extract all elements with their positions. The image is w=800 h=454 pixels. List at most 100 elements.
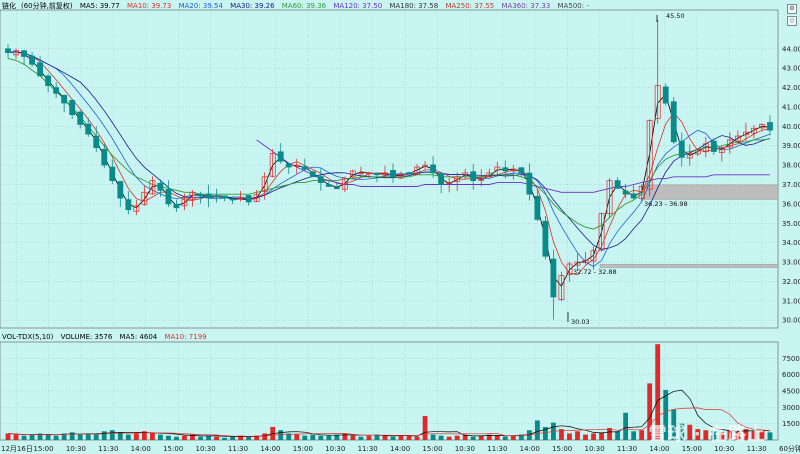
- ma-line: [7, 51, 771, 267]
- volume-bar: [101, 431, 107, 440]
- legend-ma20: MA20: 39.54: [178, 2, 223, 10]
- price-legend: 链化 (60分钟,前复权) MA5: 39.77 MA10: 39.73 MA20…: [2, 2, 594, 11]
- volume-bar: [45, 434, 51, 440]
- volume-bar: [133, 433, 139, 440]
- volume-bar: [358, 436, 364, 440]
- volume-bar: [502, 436, 508, 440]
- time-tick-label: 14:00: [649, 445, 669, 453]
- volume-legend: VOL-TDX(5,10) VOLUME: 3576 MA5: 4604 MA1…: [2, 333, 212, 342]
- volume-bar: [430, 434, 436, 440]
- volume-bar: [631, 431, 637, 440]
- ma-line: [7, 51, 771, 276]
- volume-bar: [77, 434, 83, 440]
- candle-body: [109, 166, 116, 181]
- volume-bar: [438, 435, 444, 440]
- price-tick-label: 36.00: [782, 200, 800, 208]
- candle-body: [502, 167, 509, 172]
- time-tick-label: 14:00: [520, 445, 540, 453]
- volume-bar: [5, 433, 11, 440]
- volume-tick-label: 45000: [782, 388, 800, 396]
- vol-ma5: MA5: 4604: [119, 333, 158, 341]
- annotations: 45.50 30.03 36.23 - 36.98 32.72 - 32.88: [567, 12, 688, 326]
- legend-ma10: MA10: 39.73: [126, 2, 172, 10]
- volume-bar: [294, 434, 300, 440]
- candle-body: [213, 195, 220, 198]
- time-tick-label: 10:30: [455, 445, 475, 453]
- candle-body: [165, 189, 172, 205]
- time-tick-label: 10:30: [66, 445, 86, 453]
- time-tick-label: 11:30: [228, 445, 248, 453]
- time-tick-label: 14:00: [260, 445, 280, 453]
- candle-body: [374, 173, 380, 176]
- settings-icon[interactable]: ⚙: [787, 4, 797, 14]
- volume-bar: [350, 435, 356, 440]
- volume-bar: [310, 434, 316, 440]
- candle-body: [662, 86, 669, 104]
- volume-bar: [534, 420, 540, 440]
- price-tick-label: 32.00: [782, 278, 800, 286]
- volume-bar: [382, 435, 388, 440]
- time-tick-label: 10:30: [714, 445, 734, 453]
- candle-body: [221, 195, 228, 199]
- time-tick-label: 11:30: [487, 445, 507, 453]
- vol-title: VOL-TDX(5,10): [2, 333, 54, 341]
- candle-body: [534, 195, 541, 220]
- candle-body: [77, 111, 84, 125]
- candle-body: [29, 55, 35, 65]
- legend-ma30: MA30: 39.26: [230, 2, 275, 10]
- candle-body: [630, 193, 637, 199]
- candle-body: [670, 101, 677, 143]
- price-tick-label: 41.00: [782, 103, 800, 111]
- volume-bar: [406, 435, 412, 440]
- candle-body: [53, 87, 60, 94]
- price-tick-label: 31.00: [782, 297, 800, 305]
- candle-body: [550, 258, 557, 298]
- support-zone: [642, 184, 779, 200]
- volume-bar: [182, 435, 187, 440]
- volume-bar: [262, 433, 268, 440]
- volume-bar: [278, 430, 284, 440]
- grid-lines: [0, 9, 779, 441]
- volume-bar: [478, 435, 484, 440]
- candle-body: [37, 62, 44, 77]
- watermark: 雪球 · 在路上: [648, 424, 766, 445]
- candle-body: [526, 172, 533, 195]
- time-tick-label: 11:30: [617, 445, 637, 453]
- expand-icon[interactable]: ◇: [787, 16, 797, 26]
- price-axis: 30.00 31.00 32.00 33.00 34.00 35.00 36.00 37.00…: [782, 45, 800, 324]
- volume-bar: [302, 435, 308, 440]
- candle-body: [333, 187, 340, 190]
- high-label: 45.50: [666, 12, 685, 20]
- time-tick-label: 10:30: [325, 445, 345, 453]
- stock-name: 链化: [2, 2, 16, 10]
- volume-bar: [494, 435, 500, 440]
- candle-body: [125, 199, 132, 211]
- time-tick-label: 15:00: [33, 445, 53, 453]
- volume-bar: [230, 436, 235, 440]
- price-tick-label: 34.00: [782, 239, 800, 247]
- candle-body: [157, 182, 164, 191]
- volume-bar: [422, 416, 428, 440]
- volume-bar: [607, 428, 612, 440]
- chart-period: (60分钟,前复权): [21, 2, 73, 10]
- legend-ma360: MA360: 37.33: [501, 2, 551, 10]
- volume-bar: [366, 435, 372, 440]
- ma-line: [7, 51, 771, 250]
- volume-bar: [93, 434, 99, 440]
- volume-tick-label: 75000: [782, 355, 800, 363]
- candle-body: [229, 198, 236, 201]
- time-tick-label: 15:00: [293, 445, 313, 453]
- candle-body: [173, 203, 180, 209]
- price-tick-label: 44.00: [782, 45, 800, 53]
- volume-axis: 15000 30000 45000 60000 75000: [782, 355, 800, 428]
- volume-bar: [591, 433, 596, 440]
- candle-body: [406, 172, 412, 174]
- stock-chart: 30.00 31.00 32.00 33.00 34.00 35.00 36.00 37.00…: [0, 9, 800, 454]
- legend-ma120: MA120: 37.50: [333, 2, 383, 10]
- price-frame: [0, 9, 779, 329]
- price-tick-label: 37.00: [782, 181, 800, 189]
- volume-bar: [326, 435, 332, 440]
- volume-tick-label: 30000: [782, 404, 800, 412]
- candle-body: [205, 193, 212, 199]
- volume-bar: [414, 436, 420, 440]
